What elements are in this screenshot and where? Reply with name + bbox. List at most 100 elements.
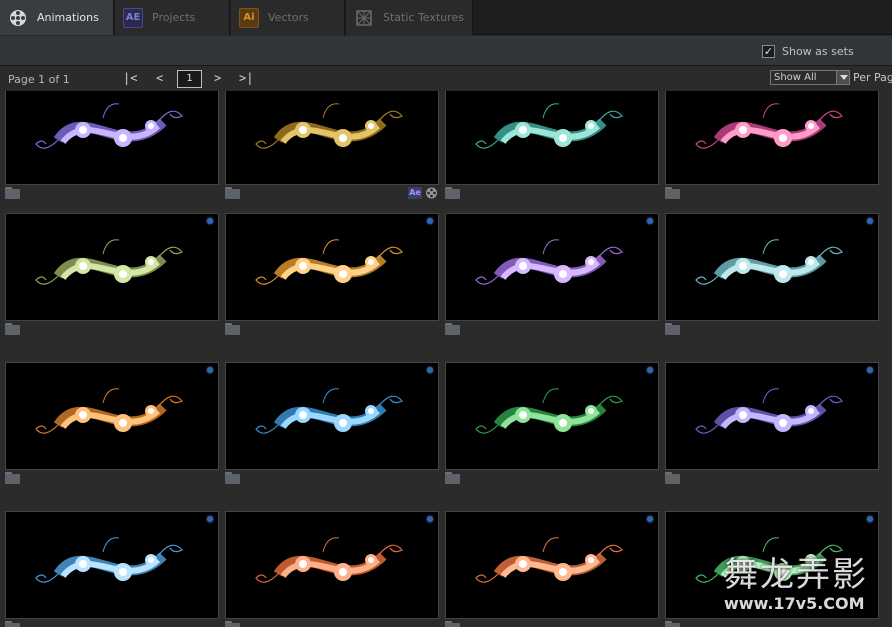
tab-projects[interactable]: AE Projects (115, 0, 230, 35)
asset-thumbnail[interactable] (445, 213, 659, 321)
status-dot-icon (427, 367, 433, 373)
after-effects-icon[interactable]: Ae (408, 187, 422, 199)
film-reel-icon[interactable] (424, 187, 438, 199)
page-info: Page 1 of 1 (8, 73, 70, 86)
asset-card[interactable] (5, 511, 219, 627)
asset-thumbnail[interactable] (5, 362, 219, 470)
tab-animations[interactable]: Animations (0, 0, 114, 35)
per-page-label: Per Page (853, 71, 892, 84)
asset-card[interactable] (445, 511, 659, 627)
watermark-text: 舞龙弄影 (724, 555, 868, 595)
texture-icon (354, 8, 374, 28)
prev-page-button[interactable]: < (156, 71, 163, 85)
filter-value: Show All (774, 72, 817, 83)
folder-icon[interactable] (225, 472, 240, 484)
status-dot-icon (647, 516, 653, 522)
status-dot-icon (207, 516, 213, 522)
page-number-input[interactable]: 1 (177, 70, 202, 88)
status-dot-icon (867, 218, 873, 224)
folder-icon[interactable] (445, 187, 460, 199)
folder-icon[interactable] (665, 187, 680, 199)
ornament-artwork (255, 103, 403, 149)
folder-icon[interactable] (445, 472, 460, 484)
watermark: 舞龙弄影 www.17v5.COM (724, 556, 884, 620)
filter-select[interactable]: Show All (770, 70, 850, 85)
last-page-button[interactable]: >| (239, 71, 253, 85)
asset-thumbnail[interactable] (665, 91, 879, 185)
asset-card[interactable] (5, 362, 219, 484)
ornament-artwork (475, 103, 623, 149)
asset-thumbnail[interactable] (665, 362, 879, 470)
chevron-down-icon (836, 71, 849, 84)
asset-card[interactable] (445, 213, 659, 335)
asset-thumbnail[interactable] (225, 213, 439, 321)
tab-bar: Animations AE Projects Ai Vectors Static… (0, 0, 892, 35)
status-dot-icon (867, 367, 873, 373)
ornament-artwork (695, 103, 843, 149)
asset-thumbnail[interactable] (225, 362, 439, 470)
film-reel-icon (8, 8, 28, 28)
after-effects-icon: AE (123, 7, 143, 28)
asset-thumbnail[interactable] (5, 511, 219, 619)
asset-card[interactable] (225, 362, 439, 484)
pagination-bar: Page 1 of 1 |< < 1 > >| Show All Per Pag… (0, 67, 892, 91)
status-dot-icon (207, 218, 213, 224)
status-dot-icon (867, 516, 873, 522)
folder-icon[interactable] (5, 323, 20, 335)
asset-thumbnail[interactable] (445, 91, 659, 185)
asset-thumbnail[interactable] (665, 213, 879, 321)
folder-icon[interactable] (225, 187, 240, 199)
asset-card[interactable] (225, 511, 439, 627)
thumbnail-grid: Ae (0, 91, 892, 627)
ornament-artwork (255, 537, 403, 583)
asset-card[interactable] (445, 91, 659, 199)
asset-thumbnail[interactable] (5, 91, 219, 185)
asset-card[interactable] (665, 362, 879, 484)
folder-icon[interactable] (225, 621, 240, 627)
folder-icon[interactable] (5, 621, 20, 627)
folder-icon[interactable] (225, 323, 240, 335)
ornament-artwork (255, 239, 403, 285)
show-as-sets-checkbox[interactable]: ✓ (762, 45, 775, 58)
folder-icon[interactable] (5, 187, 20, 199)
tab-label: Static Textures (383, 11, 464, 24)
status-dot-icon (427, 516, 433, 522)
ornament-artwork (35, 239, 183, 285)
ornament-artwork (475, 239, 623, 285)
asset-card[interactable] (5, 213, 219, 335)
asset-thumbnail[interactable] (225, 511, 439, 619)
folder-icon[interactable] (665, 621, 680, 627)
tab-vectors[interactable]: Ai Vectors (231, 0, 345, 35)
asset-card[interactable] (445, 362, 659, 484)
folder-icon[interactable] (665, 472, 680, 484)
ornament-artwork (475, 388, 623, 434)
ornament-artwork (695, 388, 843, 434)
ornament-artwork (35, 103, 183, 149)
asset-card[interactable] (225, 213, 439, 335)
asset-thumbnail[interactable] (5, 213, 219, 321)
status-dot-icon (207, 367, 213, 373)
tab-static-textures[interactable]: Static Textures (346, 0, 473, 35)
status-dot-icon (647, 367, 653, 373)
asset-thumbnail[interactable] (445, 362, 659, 470)
ornament-artwork (695, 239, 843, 285)
folder-icon[interactable] (5, 472, 20, 484)
show-as-sets-label[interactable]: Show as sets (782, 45, 854, 58)
folder-icon[interactable] (665, 323, 680, 335)
folder-icon[interactable] (445, 323, 460, 335)
first-page-button[interactable]: |< (123, 71, 137, 85)
folder-icon[interactable] (445, 621, 460, 627)
asset-thumbnail[interactable] (445, 511, 659, 619)
toolbar: ✓ Show as sets (0, 36, 892, 66)
asset-card[interactable] (665, 213, 879, 335)
tab-label: Projects (152, 11, 196, 24)
asset-card[interactable]: Ae (225, 91, 439, 199)
ornament-artwork (255, 388, 403, 434)
asset-thumbnail[interactable] (225, 91, 439, 185)
asset-card[interactable] (665, 91, 879, 199)
watermark-url: www.17v5.COM (724, 594, 865, 613)
illustrator-icon: Ai (239, 7, 259, 28)
asset-card[interactable] (5, 91, 219, 199)
ornament-artwork (35, 388, 183, 434)
next-page-button[interactable]: > (214, 71, 221, 85)
